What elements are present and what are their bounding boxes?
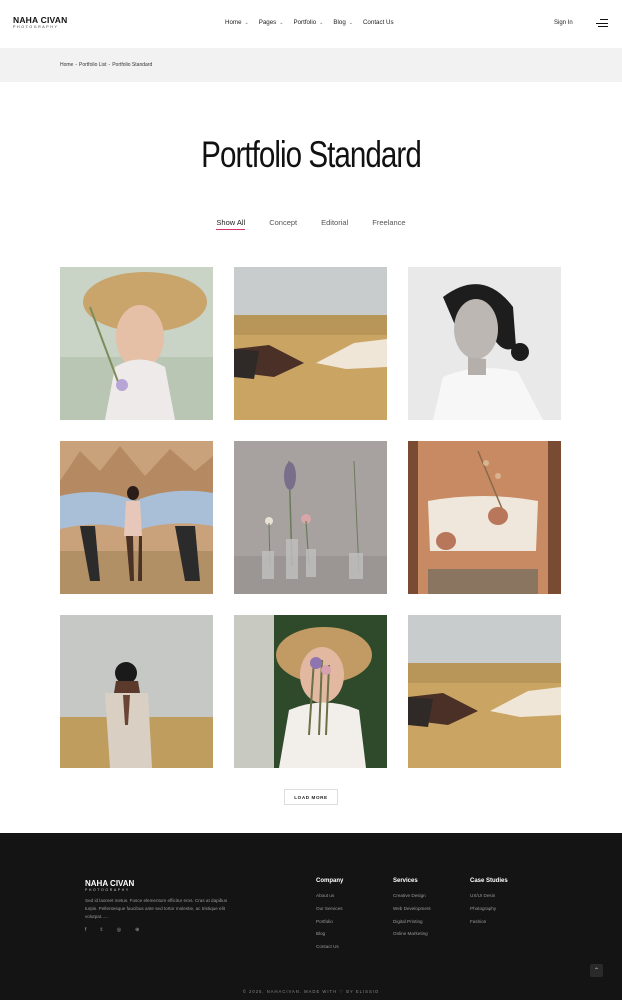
footer-description: Sed id laoreet metus. Fusce elementum ef… [85, 898, 228, 919]
breadcrumb-bar: Home - Portfolio List - Portfolio Standa… [0, 48, 622, 82]
footer-link[interactable]: Our Services [316, 906, 343, 911]
instagram-icon[interactable]: ◎ [117, 927, 121, 933]
portfolio-item-hands-field-2[interactable] [408, 615, 561, 768]
chevron-down-icon: ⌄ [244, 19, 249, 26]
portfolio-image [234, 441, 387, 594]
page-title: Portfolio Standard [201, 134, 422, 175]
filter-show-all[interactable]: Show All [216, 218, 246, 230]
portfolio-image [408, 441, 561, 594]
footer-link[interactable]: Blog [316, 931, 343, 936]
footer-link[interactable]: Portfolio [316, 919, 343, 924]
portfolio-item-woman-straw-hat[interactable] [60, 267, 213, 420]
chevron-down-icon: ⌄ [279, 19, 284, 26]
chevron-down-icon: ⌄ [319, 19, 324, 26]
logo-subtitle: PHOTOGRAPHY [13, 25, 59, 29]
filter-concept[interactable]: Concept [269, 218, 297, 230]
footer-link[interactable]: Online Marketing [393, 931, 431, 936]
copyright: © 2025, NAHACIVAN. MADE WITH ♡ BY ELISSI… [242, 989, 380, 994]
nav-item-home[interactable]: Home ⌄ [225, 19, 249, 26]
site-footer: NAHA CIVAN PHOTOGRAPHY Sed id laoreet me… [0, 833, 622, 1000]
nav-item-contact[interactable]: Contact Us [363, 19, 394, 26]
twitter-icon[interactable]: 𝕥 [100, 927, 102, 933]
scroll-to-top-button[interactable]: ⌃ [590, 964, 603, 977]
footer-column-title: Services [393, 878, 418, 884]
footer-column-company: Company About us Our Services Portfolio … [316, 878, 343, 957]
chevron-down-icon: ⌄ [348, 19, 353, 26]
nav-item-portfolio[interactable]: Portfolio ⌄ [293, 19, 323, 26]
nav-item-label: Home [225, 19, 242, 26]
footer-link[interactable]: Digital Printing [393, 919, 431, 924]
portfolio-image [408, 267, 561, 420]
footer-link[interactable]: Photography [470, 906, 508, 911]
footer-column-title: Company [316, 878, 344, 884]
dribbble-icon[interactable]: ⊕ [135, 927, 139, 933]
footer-logo-name: NAHA CIVAN [85, 879, 135, 888]
portfolio-item-desert-fabric[interactable] [60, 441, 213, 594]
chevron-up-icon: ⌃ [593, 968, 600, 974]
site-header: NAHA CIVAN PHOTOGRAPHY Home ⌄ Pages ⌄ Po… [0, 0, 622, 48]
footer-column-services: Services Creative Design Web Development… [393, 878, 431, 944]
portfolio-image [234, 267, 387, 420]
nav-item-label: Blog [333, 19, 346, 26]
filter-freelance[interactable]: Freelance [372, 218, 405, 230]
breadcrumb: Home - Portfolio List - Portfolio Standa… [60, 62, 152, 68]
portfolio-item-woman-dried-flowers[interactable] [408, 441, 561, 594]
nav-item-label: Pages [258, 19, 277, 26]
footer-column-case-studies: Case Studies UX/UI Desin Photography Fas… [470, 878, 508, 931]
nav-item-blog[interactable]: Blog ⌄ [333, 19, 353, 26]
breadcrumb-current: Portfolio Standard [112, 62, 153, 68]
breadcrumb-separator: - [108, 62, 111, 68]
portfolio-image [234, 615, 387, 768]
portfolio-image [60, 441, 213, 594]
footer-logo-subtitle: PHOTOGRAPHY [85, 888, 130, 892]
footer-link[interactable]: Contact Us [316, 944, 343, 949]
breadcrumb-separator: - [75, 62, 78, 68]
portfolio-image [408, 615, 561, 768]
logo[interactable]: NAHA CIVAN PHOTOGRAPHY [13, 16, 67, 30]
portfolio-image [60, 615, 213, 768]
nav-item-pages[interactable]: Pages ⌄ [259, 19, 284, 26]
load-more-button[interactable]: LOAD MORE [284, 789, 338, 805]
footer-logo[interactable]: NAHA CIVAN PHOTOGRAPHY [85, 879, 134, 892]
footer-link[interactable]: Web Development [393, 906, 431, 911]
footer-link[interactable]: Fashion [470, 919, 508, 924]
portfolio-item-woman-hat-bouquet[interactable] [234, 615, 387, 768]
footer-column-title: Case Studies [470, 878, 508, 884]
logo-name: NAHA CIVAN [13, 15, 68, 25]
footer-link[interactable]: About us [316, 893, 343, 898]
footer-link[interactable]: UX/UI Desin [470, 893, 508, 898]
portfolio-item-flowers-vases[interactable] [234, 441, 387, 594]
portfolio-image [60, 267, 213, 420]
portfolio-item-woman-portrait[interactable] [408, 267, 561, 420]
portfolio-filters: Show All Concept Editorial Freelance [0, 218, 622, 230]
social-links: f 𝕥 ◎ ⊕ [85, 927, 139, 933]
nav-item-label: Portfolio [293, 19, 317, 26]
filter-editorial[interactable]: Editorial [321, 218, 348, 230]
portfolio-item-man-field[interactable] [60, 615, 213, 768]
sign-in-link[interactable]: Sign In [554, 20, 573, 26]
breadcrumb-home[interactable]: Home [60, 62, 73, 68]
breadcrumb-portfolio-list[interactable]: Portfolio List [79, 62, 107, 68]
footer-link[interactable]: Creative Design [393, 893, 431, 898]
facebook-icon[interactable]: f [85, 927, 86, 933]
nav-item-label: Contact Us [362, 19, 394, 26]
portfolio-item-hands-field[interactable] [234, 267, 387, 420]
hamburger-icon[interactable] [596, 19, 608, 28]
main-nav: Home ⌄ Pages ⌄ Portfolio ⌄ Blog ⌄ Contac… [225, 19, 404, 26]
